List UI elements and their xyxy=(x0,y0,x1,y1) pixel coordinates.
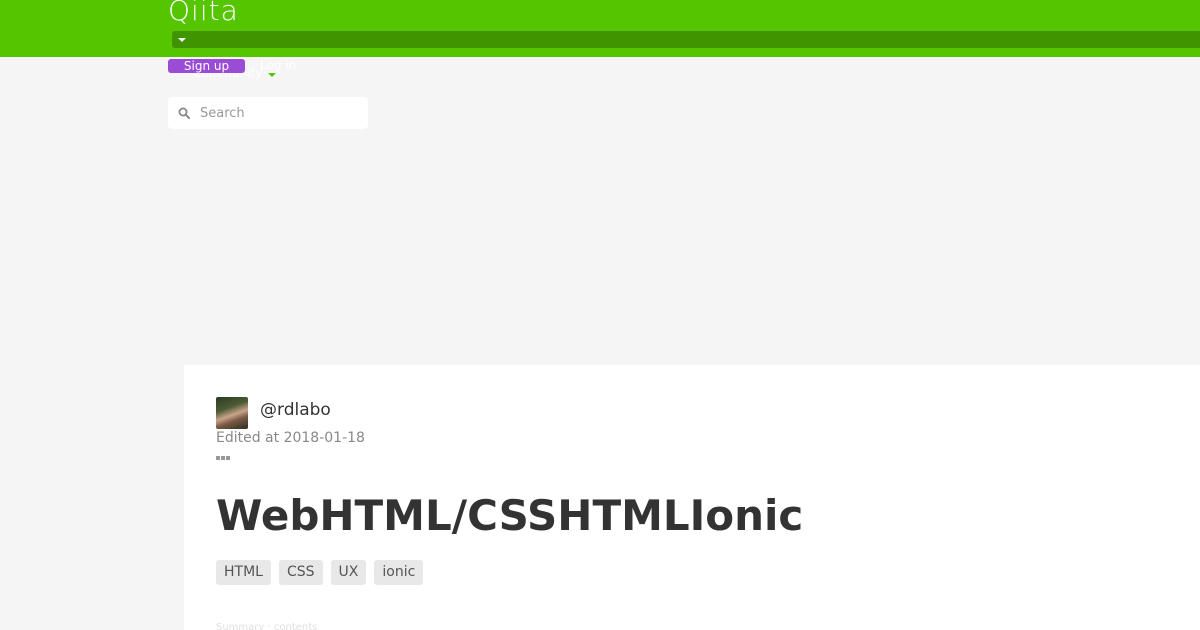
header-dropdown-bar[interactable] xyxy=(172,31,1200,48)
community-caret-icon xyxy=(268,73,276,77)
tag-ionic[interactable]: ionic xyxy=(374,560,424,585)
tag-ux[interactable]: UX xyxy=(330,560,367,585)
login-link[interactable]: Log in xyxy=(260,58,296,72)
tag-list: HTML CSS UX ionic xyxy=(216,560,424,585)
article-title: WebHTML/CSSHTMLIonic xyxy=(216,491,804,540)
qiita-logo[interactable]: Qiita xyxy=(168,0,239,27)
tag-css[interactable]: CSS xyxy=(278,560,323,585)
tag-html[interactable]: HTML xyxy=(216,560,271,585)
search-icon xyxy=(178,107,190,119)
search-box xyxy=(168,97,368,129)
article-card: @rdlabo Edited at 2018-01-18 WebHTML/CSS… xyxy=(184,365,1200,630)
avatar[interactable] xyxy=(216,397,248,429)
signup-button[interactable]: Sign up xyxy=(168,59,245,73)
search-input[interactable] xyxy=(200,97,360,129)
more-options-icon[interactable] xyxy=(216,454,232,462)
author-username[interactable]: @rdlabo xyxy=(260,400,331,420)
edited-timestamp: Edited at 2018-01-18 xyxy=(216,430,365,446)
caret-down-icon xyxy=(178,38,186,42)
site-header: Qiita xyxy=(0,0,1200,57)
article-summary-hint: Summary · contents xyxy=(216,622,318,630)
